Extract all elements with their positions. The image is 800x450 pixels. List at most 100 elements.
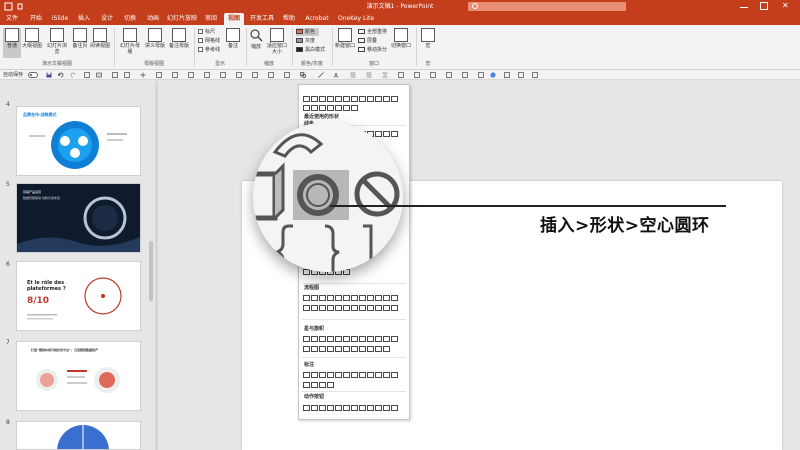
cascade-option[interactable]: 层叠: [358, 37, 377, 45]
maximize-icon[interactable]: [760, 2, 768, 10]
tab-onekey[interactable]: OneKey Lite: [336, 13, 376, 25]
toolbar-item-icon[interactable]: [124, 72, 130, 78]
arrange-all-option[interactable]: 全部重排: [358, 28, 387, 36]
tab-islide[interactable]: iSlide: [50, 13, 70, 25]
toolbar-item-icon[interactable]: [504, 72, 510, 78]
toolbar-item-icon[interactable]: [518, 72, 524, 78]
outline-view-button[interactable]: 大纲视图: [22, 28, 42, 58]
toolbar-item-icon[interactable]: [414, 72, 420, 78]
macros-button[interactable]: 宏: [420, 28, 436, 58]
tab-view[interactable]: 视图: [224, 13, 244, 25]
toolbar-item-icon[interactable]: [172, 72, 178, 78]
normal-view-icon: [5, 28, 19, 42]
tab-help[interactable]: 帮助: [280, 13, 298, 25]
black-white-option[interactable]: 黑白模式: [296, 46, 325, 54]
toolbar-item-icon[interactable]: [532, 72, 538, 78]
tab-transitions[interactable]: 切换: [120, 13, 140, 25]
toolbar-item-icon[interactable]: [446, 72, 452, 78]
notes-page-button[interactable]: 备注页: [71, 28, 89, 58]
shape-row[interactable]: [303, 105, 359, 113]
toolbar-item-icon[interactable]: [252, 72, 258, 78]
thumbnail-scrollbar[interactable]: [148, 81, 154, 450]
toolbar-item-icon[interactable]: [350, 72, 356, 78]
guides-checkbox[interactable]: 参考线: [198, 46, 220, 54]
undo-icon[interactable]: [58, 72, 64, 78]
handout-master-button[interactable]: 讲义母版: [144, 28, 166, 58]
redo-icon[interactable]: [70, 72, 76, 78]
toolbar-item-icon[interactable]: [236, 72, 242, 78]
toolbar-item-icon[interactable]: [220, 72, 226, 78]
slide-thumbnail-8[interactable]: [16, 421, 141, 450]
shape-row[interactable]: [303, 346, 391, 354]
shape-row[interactable]: [303, 372, 399, 380]
fit-window-button[interactable]: 适应窗口大小: [266, 28, 288, 58]
bw-swatch-icon: [296, 47, 303, 52]
slide-thumbnail-5[interactable]: 营销产品运营 数据智能驱动 创新引领未来: [16, 183, 141, 253]
toolbar-item-icon[interactable]: [284, 72, 290, 78]
autosave-toggle[interactable]: [28, 72, 38, 78]
slide-number: 6: [6, 261, 10, 268]
minimize-icon[interactable]: [740, 2, 748, 8]
toolbar-item-icon[interactable]: [382, 72, 388, 78]
toolbar-item-icon[interactable]: [478, 72, 484, 78]
tab-design[interactable]: 设计: [97, 13, 117, 25]
toolbar-item-icon[interactable]: [156, 72, 162, 78]
toolbar-item-icon[interactable]: [462, 72, 468, 78]
shape-row[interactable]: [303, 305, 399, 313]
new-window-button[interactable]: 新建窗口: [334, 28, 356, 58]
shapes-gallery-icon[interactable]: [300, 72, 306, 78]
slide-thumbnail-7[interactable]: 打造“营销布局可视化的平台”，沉淀营销数据资产: [16, 341, 141, 411]
toolbar-item-icon[interactable]: A: [334, 72, 340, 79]
shape-row[interactable]: [303, 382, 335, 390]
zoom-button[interactable]: 缩放: [249, 28, 263, 58]
notes-master-button[interactable]: 备注母版: [168, 28, 190, 58]
shape-row[interactable]: [303, 405, 399, 413]
toolbar-item-icon[interactable]: [188, 72, 194, 78]
color-swatch-icon: [296, 29, 303, 34]
ruler-checkbox[interactable]: 标尺: [198, 28, 215, 36]
notes-button[interactable]: 备注: [224, 28, 242, 58]
toolbar-item-icon[interactable]: [112, 72, 118, 78]
shape-row[interactable]: [303, 295, 399, 303]
toolbar-item-icon[interactable]: [398, 72, 404, 78]
close-icon[interactable]: ✕: [782, 2, 790, 10]
tab-file[interactable]: 文件: [2, 13, 22, 25]
group-label-master-views: 母版视图: [143, 61, 164, 67]
slide-thumbnail-6[interactable]: Et le rôle des plateformes ? 8/10: [16, 261, 141, 331]
gridlines-checkbox[interactable]: 网格线: [198, 37, 220, 45]
reading-view-button[interactable]: 阅读视图: [90, 28, 110, 58]
tab-insert[interactable]: 插入: [74, 13, 94, 25]
tab-acrobat[interactable]: Acrobat: [303, 13, 331, 25]
slide-master-icon: [123, 28, 137, 42]
grayscale-option[interactable]: 灰度: [296, 37, 315, 45]
normal-view-button[interactable]: 普通: [3, 28, 21, 58]
tab-slideshow[interactable]: 幻灯片放映: [166, 13, 198, 25]
toolbar-item-icon[interactable]: [96, 72, 102, 78]
shape-row[interactable]: [303, 96, 399, 104]
shape-row[interactable]: [303, 336, 399, 344]
toolbar-item-icon[interactable]: [430, 72, 436, 78]
color-mode-option[interactable]: 颜色: [296, 28, 320, 36]
toolbar-item-icon[interactable]: [140, 72, 146, 78]
save-icon[interactable]: [46, 72, 52, 78]
toolbar-item-icon[interactable]: [204, 72, 210, 78]
slide-thumbnail-4[interactable]: 品牌合作·战略模式: [16, 106, 141, 176]
toolbar-item-icon[interactable]: [318, 72, 324, 78]
pane-splitter[interactable]: [155, 81, 158, 450]
search-input[interactable]: [468, 2, 626, 11]
tab-animations[interactable]: 动画: [143, 13, 163, 25]
move-split-option[interactable]: 移动拆分: [358, 46, 387, 54]
tab-developer[interactable]: 开发工具: [248, 13, 276, 25]
slide-sorter-button[interactable]: 幻灯片浏览: [45, 28, 69, 58]
toolbar-item-icon[interactable]: [366, 72, 372, 78]
slide-master-button[interactable]: 幻灯片母版: [118, 28, 142, 58]
tab-review[interactable]: 审阅: [203, 13, 219, 25]
tab-home[interactable]: 开始: [26, 13, 46, 25]
toolbar-item-icon[interactable]: [84, 72, 90, 78]
switch-window-button[interactable]: 切换窗口: [390, 28, 412, 58]
arrange-all-label: 全部重排: [367, 29, 388, 35]
toolbar-item-icon[interactable]: [268, 72, 274, 78]
blue-circle-icon[interactable]: [490, 72, 496, 78]
scrollbar-thumb[interactable]: [149, 241, 153, 301]
checkbox-icon: [198, 29, 203, 34]
